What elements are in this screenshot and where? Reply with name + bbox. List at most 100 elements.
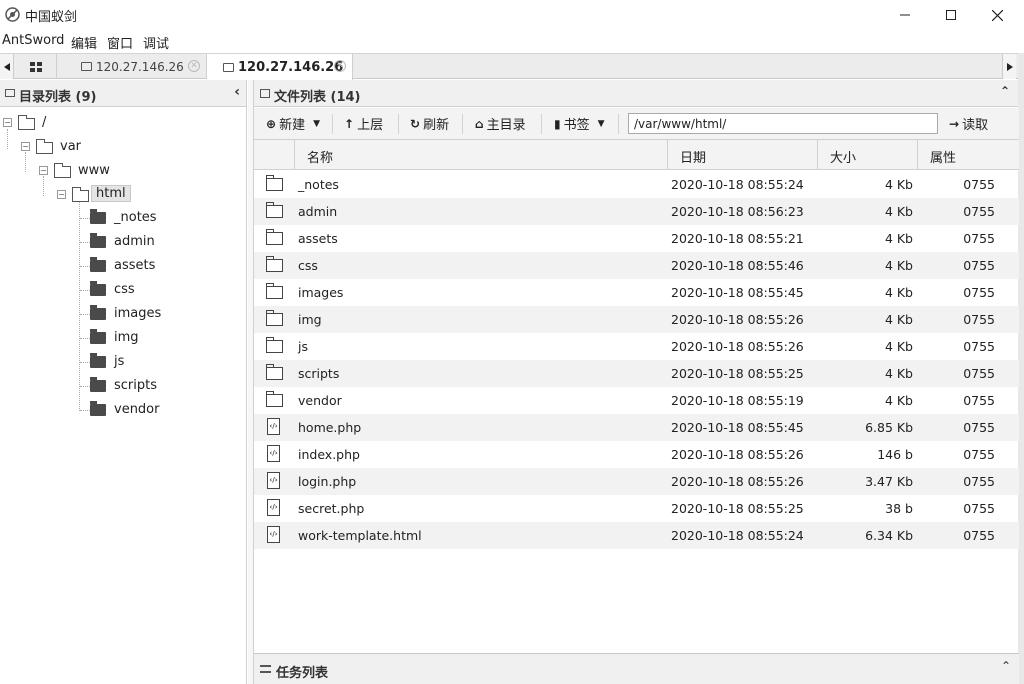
file-row[interactable]: img 2020-10-18 08:55:26 4 Kb 0755 (254, 306, 1019, 333)
file-row[interactable]: ‹/› secret.php 2020-10-18 08:55:25 38 b 0755 (254, 495, 1019, 522)
file-row[interactable]: js 2020-10-18 08:55:26 4 Kb 0755 (254, 333, 1019, 360)
file-icon (260, 89, 270, 98)
folder-icon (81, 62, 92, 71)
file-name: css (298, 258, 318, 273)
code-file-icon: ‹/› (267, 445, 280, 462)
file-size: 4 Kb (884, 258, 913, 273)
directory-panel: 目录列表 (9) ‹ − / − var − www − html _notes… (0, 80, 247, 684)
tab-scroll-left-button[interactable] (0, 54, 14, 79)
file-size: 4 Kb (884, 204, 913, 219)
tree-node-assets[interactable]: assets (114, 258, 155, 273)
file-size: 4 Kb (884, 231, 913, 246)
file-row[interactable]: ‹/› work-template.html 2020-10-18 08:55:24… (254, 522, 1019, 549)
tree-node-scripts[interactable]: scripts (114, 378, 157, 393)
file-panel: 文件列表 (14) ⌃ ⊕ 新建 ▼ ↑ 上层 ↻ 刷新 ⌂ 主目录 ▮ 书签 … (253, 80, 1019, 684)
file-size: 4 Kb (884, 177, 913, 192)
file-row[interactable]: assets 2020-10-18 08:55:21 4 Kb 0755 (254, 225, 1019, 252)
expand-up-icon[interactable]: ⌃ (1001, 659, 1011, 673)
bookmark-button[interactable]: ▮ 书签 ▼ (554, 108, 605, 139)
tree-node-css[interactable]: css (114, 282, 135, 297)
file-panel-header: 文件列表 (14) ⌃ (254, 80, 1018, 107)
new-button[interactable]: ⊕ 新建 ▼ (266, 108, 320, 139)
folder-icon (223, 62, 234, 72)
tree-line (79, 200, 80, 411)
home-icon: ⌂ (475, 116, 484, 131)
menu-edit[interactable]: 编辑 (71, 33, 97, 52)
tab-shell-1-label: 120.27.146.26 (96, 59, 184, 74)
file-row[interactable]: vendor 2020-10-18 08:55:19 4 Kb 0755 (254, 387, 1019, 414)
tree-node-html[interactable]: html (91, 185, 131, 202)
file-row[interactable]: _notes 2020-10-18 08:55:24 4 Kb 0755 (254, 171, 1019, 198)
file-row[interactable]: scripts 2020-10-18 08:55:25 4 Kb 0755 (254, 360, 1019, 387)
file-attr: 0755 (963, 501, 995, 516)
tab-close-icon[interactable]: ✕ (188, 60, 200, 72)
file-name: login.php (298, 474, 357, 489)
tree-node-www[interactable]: www (78, 163, 110, 178)
folder-icon (90, 305, 106, 320)
directory-panel-title: 目录列表 (9) (19, 90, 97, 105)
tree-node-images[interactable]: images (114, 306, 161, 321)
bookmark-icon: ▮ (554, 116, 561, 131)
tree-node-vendor[interactable]: vendor (114, 402, 159, 417)
column-header-date[interactable]: 日期 (667, 140, 817, 170)
chevron-down-icon: ▼ (597, 118, 605, 129)
minimize-button[interactable] (882, 0, 928, 30)
close-button[interactable] (974, 0, 1020, 30)
tree-toggle-root[interactable]: − (3, 118, 12, 127)
tree-node-js[interactable]: js (114, 354, 124, 369)
up-button[interactable]: ↑ 上层 (344, 108, 383, 139)
tab-home[interactable] (15, 54, 57, 79)
list-icon (260, 665, 271, 673)
tree-node-root[interactable]: / (42, 115, 46, 130)
file-toolbar: ⊕ 新建 ▼ ↑ 上层 ↻ 刷新 ⌂ 主目录 ▮ 书签 ▼ → 读取 (254, 108, 1019, 140)
file-row[interactable]: ‹/› index.php 2020-10-18 08:55:26 146 b 0755 (254, 441, 1019, 468)
tree-toggle-var[interactable]: − (21, 142, 30, 151)
file-attr: 0755 (963, 393, 995, 408)
tree-node-admin[interactable]: admin (114, 234, 155, 249)
file-row[interactable]: css 2020-10-18 08:55:46 4 Kb 0755 (254, 252, 1019, 279)
folder-icon (266, 364, 283, 380)
file-row[interactable]: ‹/› home.php 2020-10-18 08:55:45 6.85 Kb 075… (254, 414, 1019, 441)
file-date: 2020-10-18 08:55:25 (671, 366, 804, 381)
file-attr: 0755 (963, 366, 995, 381)
tree-toggle-html[interactable]: − (57, 190, 66, 199)
file-name: secret.php (298, 501, 365, 516)
refresh-button[interactable]: ↻ 刷新 (410, 108, 449, 139)
file-row-icon-cell: ‹/› (254, 441, 294, 468)
file-name: scripts (298, 366, 340, 381)
read-button[interactable]: → 读取 (949, 108, 988, 139)
file-row-icon-cell (254, 333, 294, 360)
column-header-size[interactable]: 大小 (817, 140, 917, 170)
window-title: 中国蚁剑 (25, 10, 78, 25)
tree-node-var[interactable]: var (60, 139, 81, 154)
maximize-button[interactable] (928, 0, 974, 30)
tree-line (80, 242, 90, 243)
collapse-up-icon[interactable]: ⌃ (1000, 84, 1010, 98)
tree-node-notes[interactable]: _notes (114, 210, 157, 225)
column-header-attr[interactable]: 属性 (917, 140, 1019, 170)
toolbar-separator (398, 114, 399, 134)
menu-debug[interactable]: 调试 (143, 33, 169, 52)
file-row-icon-cell (254, 225, 294, 252)
tree-node-img[interactable]: img (114, 330, 139, 345)
file-row[interactable]: admin 2020-10-18 08:56:23 4 Kb 0755 (254, 198, 1019, 225)
tree-toggle-www[interactable]: − (39, 166, 48, 175)
tab-shell-2[interactable]: 120.27.146.26 ✕ (207, 54, 353, 80)
file-row[interactable]: images 2020-10-18 08:55:45 4 Kb 0755 (254, 279, 1019, 306)
home-button[interactable]: ⌂ 主目录 (475, 108, 526, 139)
file-row[interactable]: ‹/› login.php 2020-10-18 08:55:26 3.47 Kb 07… (254, 468, 1019, 495)
file-attr: 0755 (963, 177, 995, 192)
tab-shell-1[interactable]: 120.27.146.26 ✕ (57, 54, 207, 79)
path-input[interactable] (628, 113, 938, 134)
menu-window[interactable]: 窗口 (107, 33, 133, 52)
file-row-icon-cell (254, 360, 294, 387)
tab-close-icon[interactable]: ✕ (334, 60, 346, 72)
file-name: img (298, 312, 322, 327)
file-date: 2020-10-18 08:55:45 (671, 285, 804, 300)
collapse-left-icon[interactable]: ‹ (234, 84, 240, 100)
up-button-label: 上层 (357, 118, 384, 133)
column-header-name[interactable]: 名称 (294, 140, 667, 170)
menu-antsword[interactable]: AntSword (2, 33, 64, 48)
file-panel-title: 文件列表 (14) (274, 90, 361, 105)
tab-scroll-right-button[interactable] (1002, 54, 1016, 79)
